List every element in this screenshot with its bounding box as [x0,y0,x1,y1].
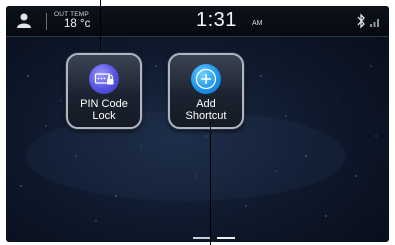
clock-ampm: AM [252,20,263,27]
plus-icon [195,68,217,90]
callout-line-add-shortcut [210,122,211,245]
shortcut-label-line1: PIN Code [80,98,128,110]
page-indicator-2[interactable] [217,237,235,239]
shortcut-label-line1: Add [196,98,216,110]
bluetooth-icon [357,13,365,29]
add-shortcut-badge [191,64,221,94]
status-divider [46,13,47,30]
outside-temp-value: 18 °c [64,18,91,30]
user-icon[interactable] [16,12,32,29]
outside-temp-label: OUT TEMP [54,11,89,18]
add-shortcut-button[interactable]: Add Shortcut [168,53,244,129]
clock: 1:31 [196,9,237,31]
signal-strength-icon [370,19,379,27]
pin-code-lock-shortcut[interactable]: PIN Code Lock [66,53,142,129]
pin-code-lock-badge [89,64,119,94]
status-bar: OUT TEMP 18 °c 1:31 AM [6,6,389,37]
shortcut-label-line2: Lock [92,110,116,122]
infotainment-screen: OUT TEMP 18 °c 1:31 AM PIN Code Lock Add… [6,6,389,242]
page-indicator-1[interactable] [193,237,211,239]
keypad-lock-icon [94,73,114,85]
callout-line-pin-code-lock [100,0,101,51]
shortcut-label-line2: Shortcut [185,110,227,122]
